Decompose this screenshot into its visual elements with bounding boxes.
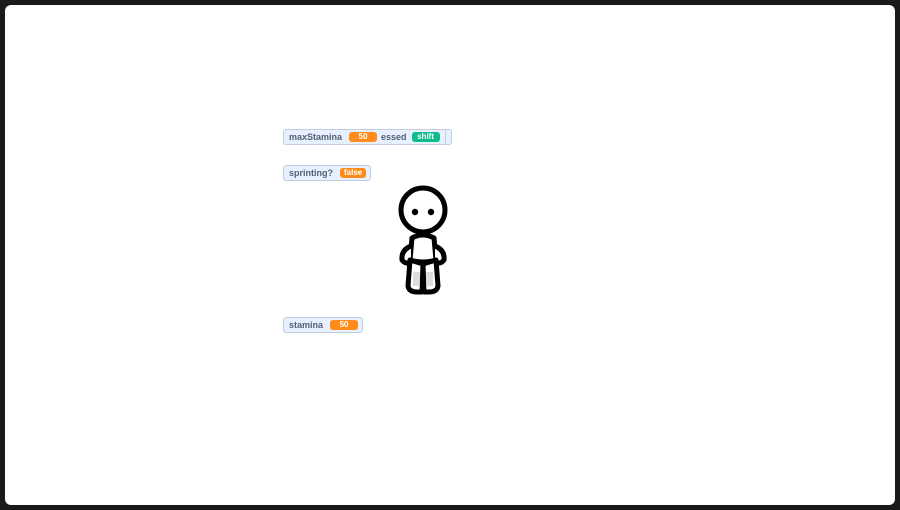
sprite-head [398, 185, 448, 235]
sprite-body [407, 232, 439, 265]
monitor-separator [444, 130, 446, 144]
stick-figure-sprite[interactable] [393, 182, 453, 296]
monitor-value: 50 [330, 320, 359, 330]
monitor-max-stamina[interactable]: maxStamina 50 essed shift [283, 129, 452, 145]
monitor-label: stamina [289, 320, 324, 330]
sprite-eye-left [411, 208, 419, 216]
sprite-leg-shade-right [426, 272, 433, 286]
sprite-leg-shade-left [413, 272, 420, 286]
monitor-label: maxStamina [289, 132, 343, 142]
stage-canvas[interactable]: maxStamina 50 essed shift sprinting? fal… [5, 5, 895, 505]
sprite-eye-right [427, 208, 435, 216]
monitor-sprinting[interactable]: sprinting? false [283, 165, 372, 181]
monitor-value: false [340, 168, 367, 178]
key-pressed-monitor-label: essed [381, 132, 407, 142]
monitor-label: sprinting? [289, 168, 333, 178]
monitor-value: 50 [349, 132, 378, 142]
key-pressed-monitor-value: shift [411, 132, 440, 142]
app-frame: maxStamina 50 essed shift sprinting? fal… [0, 0, 900, 510]
monitor-stamina[interactable]: stamina 50 [283, 317, 364, 333]
